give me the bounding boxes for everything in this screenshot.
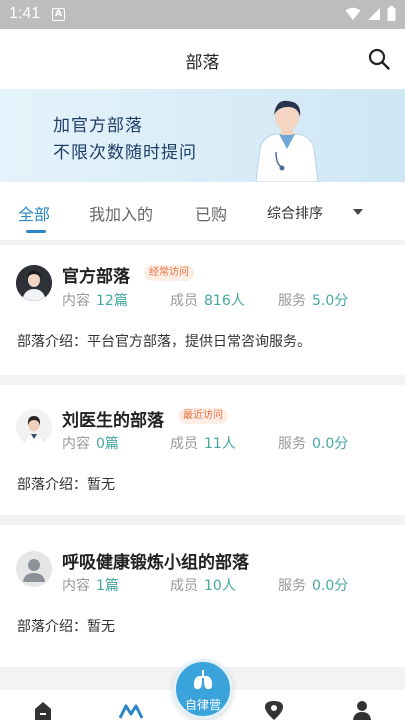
avatar [16, 265, 52, 301]
tribe-card[interactable]: 官方部落 经常访问 内容 12篇 成员 816人 服务 5.0分 部落介绍：平台官方部… [0, 245, 405, 375]
content-stat: 内容 0篇 [62, 436, 119, 452]
notification-icon: A [52, 8, 65, 21]
members-stat: 成员 816人 [170, 293, 245, 309]
status-time: 1:41 [9, 5, 41, 22]
avatar [16, 551, 52, 587]
sort-dropdown[interactable]: 综合排序 [267, 203, 323, 223]
tab-purchased[interactable]: 已购 [195, 201, 235, 225]
service-stat: 服务 5.0分 [278, 293, 349, 309]
tab-all[interactable]: 全部 [18, 201, 50, 225]
home-icon[interactable] [33, 700, 53, 720]
content-count: 1篇 [96, 578, 119, 594]
members-count: 10人 [204, 578, 236, 594]
tribe-intro: 部落介绍：暂无 [17, 477, 115, 493]
default-avatar-icon [16, 551, 52, 587]
visit-badge: 经常访问 [144, 265, 194, 281]
active-tab-indicator [26, 230, 46, 233]
doctor-illustration [255, 100, 319, 182]
service-score: 0.0分 [312, 578, 349, 594]
content-stat: 内容 12篇 [62, 293, 128, 309]
profile-icon[interactable] [352, 700, 372, 720]
page-title: 部落 [185, 53, 220, 73]
lungs-icon [193, 670, 213, 690]
doctor-avatar-icon [16, 409, 52, 445]
service-score: 5.0分 [312, 293, 349, 309]
service-stat: 服务 0.0分 [278, 436, 349, 452]
content-stat: 内容 1篇 [62, 578, 119, 594]
chevron-down-icon[interactable] [353, 209, 363, 215]
service-stat: 服务 0.0分 [278, 578, 349, 594]
tribe-icon[interactable] [119, 700, 143, 720]
tribe-name: 刘医生的部落 [62, 411, 164, 431]
search-icon[interactable] [367, 47, 391, 71]
tab-joined[interactable]: 我加入的 [89, 201, 153, 225]
banner-subtitle: 不限次数随时提问 [53, 143, 197, 163]
members-count: 816人 [204, 293, 245, 309]
status-icons [345, 6, 396, 21]
top-app-bar: 部落 [0, 29, 405, 89]
avatar [16, 409, 52, 445]
tribe-card[interactable]: 呼吸健康锻炼小组的部落 内容 1篇 成员 10人 服务 0.0分 部落介绍：暂无 [0, 525, 405, 667]
battery-icon [387, 6, 396, 21]
tribe-filter-bar: 全部 我加入的 已购 综合排序 [0, 182, 405, 240]
content-count: 0篇 [96, 436, 119, 452]
members-stat: 成员 11人 [170, 436, 236, 452]
status-bar: 1:41 A [0, 0, 405, 29]
tribe-intro: 部落介绍：平台官方部落，提供日常咨询服务。 [17, 334, 311, 350]
tribe-name: 呼吸健康锻炼小组的部落 [62, 553, 249, 573]
banner-title: 加官方部落 [53, 116, 143, 136]
official-tribe-banner[interactable]: 加官方部落 不限次数随时提问 [0, 89, 405, 182]
service-score: 0.0分 [312, 436, 349, 452]
tribe-intro: 部落介绍：暂无 [17, 619, 115, 635]
visit-badge: 最近访问 [178, 408, 228, 424]
signal-icon [368, 7, 380, 20]
tribe-card[interactable]: 刘医生的部落 最近访问 内容 0篇 成员 11人 服务 0.0分 部落介绍：暂无 [0, 385, 405, 515]
heart-location-icon[interactable] [263, 700, 285, 720]
wifi-icon [345, 7, 361, 20]
content-count: 12篇 [96, 293, 128, 309]
tribe-name: 官方部落 [62, 267, 130, 287]
self-discipline-camp-button[interactable]: 自律营 [173, 659, 233, 719]
members-stat: 成员 10人 [170, 578, 236, 594]
official-avatar-icon [16, 265, 52, 301]
fab-label: 自律营 [184, 698, 221, 712]
members-count: 11人 [204, 436, 236, 452]
